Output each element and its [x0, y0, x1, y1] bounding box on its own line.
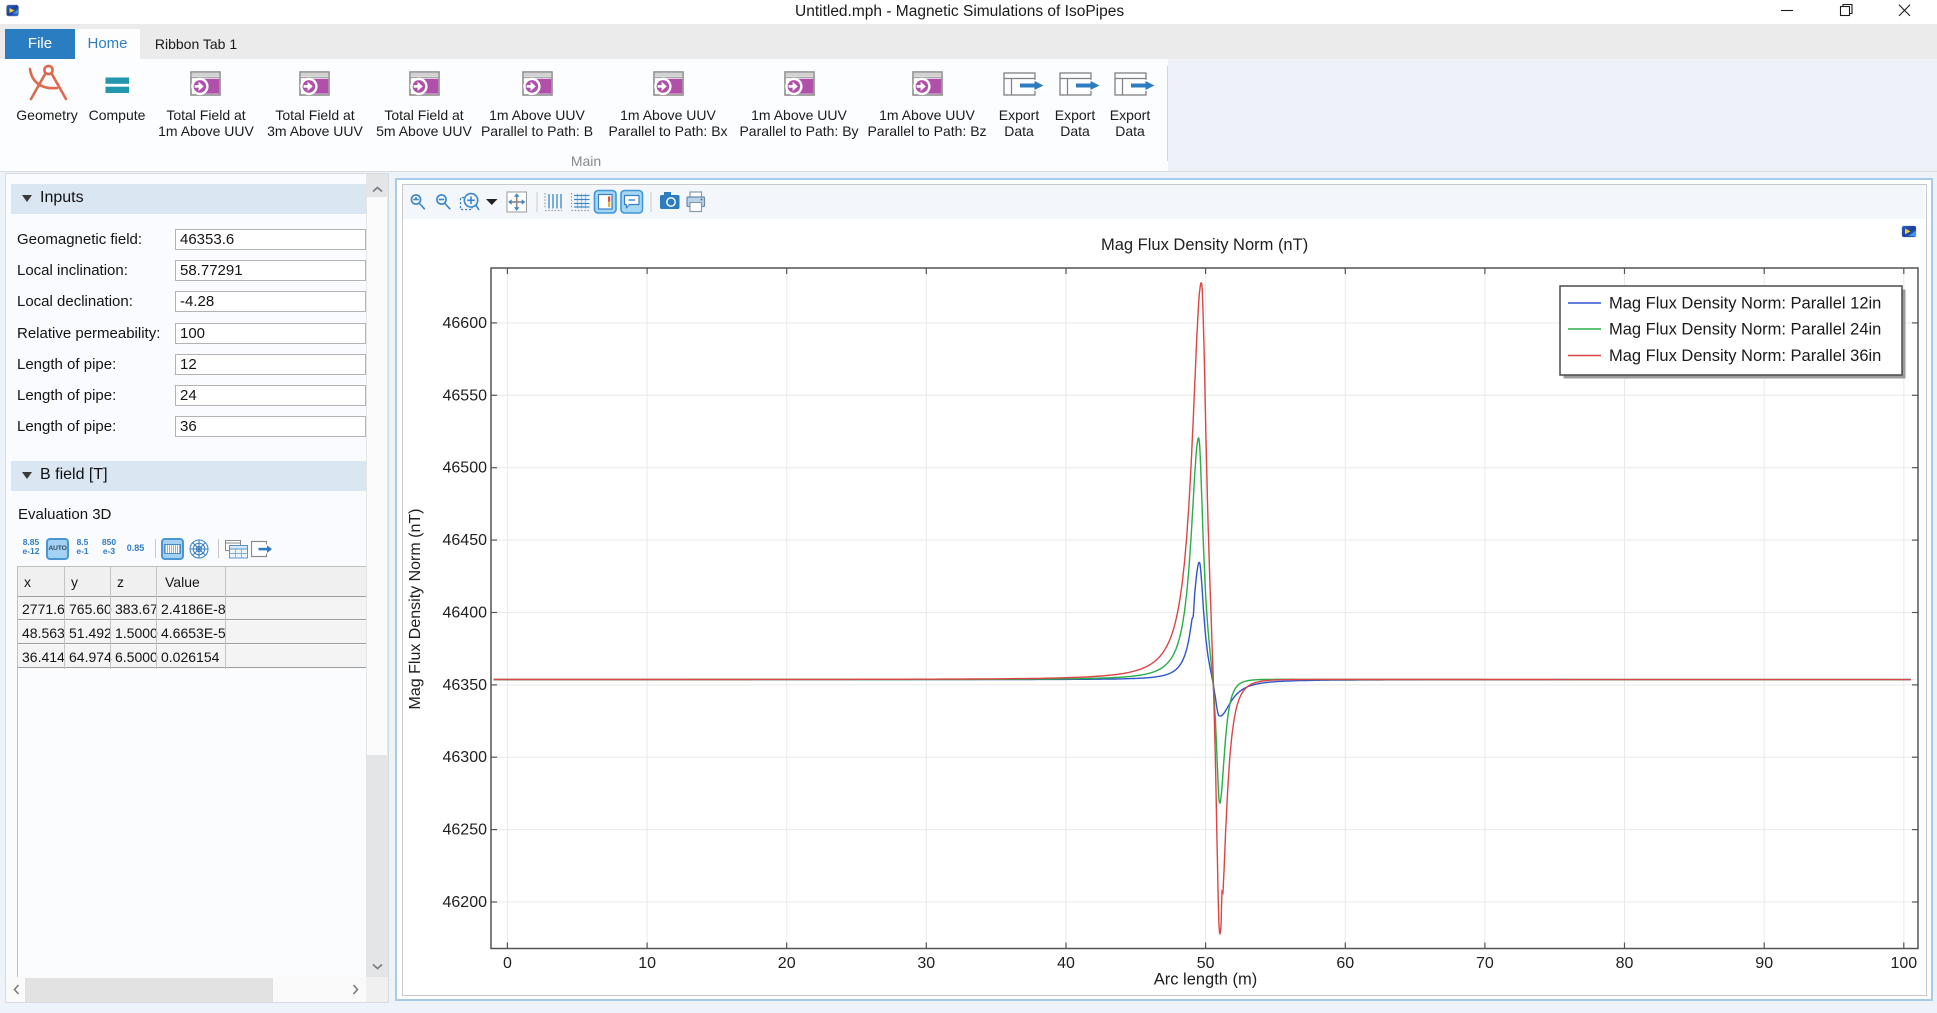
svg-text:Mag Flux Density Norm (nT): Mag Flux Density Norm (nT)	[407, 509, 424, 710]
svg-text:30: 30	[917, 955, 935, 972]
svg-text:100: 100	[1890, 955, 1917, 972]
svg-text:Mag Flux Density Norm (nT): Mag Flux Density Norm (nT)	[1101, 236, 1308, 254]
svg-text:50: 50	[1197, 955, 1215, 972]
svg-text:20: 20	[778, 955, 796, 972]
svg-text:46200: 46200	[443, 894, 488, 911]
svg-text:Mag Flux Density Norm: Paralle: Mag Flux Density Norm: Parallel 36in	[1609, 347, 1881, 365]
svg-text:46250: 46250	[443, 822, 488, 839]
svg-text:0: 0	[503, 955, 512, 972]
svg-text:46550: 46550	[443, 387, 488, 404]
svg-text:Mag Flux Density Norm: Paralle: Mag Flux Density Norm: Parallel 24in	[1609, 321, 1881, 339]
svg-text:Arc length (m): Arc length (m)	[1154, 971, 1258, 989]
svg-text:90: 90	[1755, 955, 1773, 972]
svg-text:46350: 46350	[443, 677, 488, 694]
svg-text:40: 40	[1057, 955, 1075, 972]
svg-text:46300: 46300	[443, 749, 488, 766]
svg-text:46500: 46500	[443, 460, 488, 477]
svg-text:60: 60	[1336, 955, 1354, 972]
svg-text:46450: 46450	[443, 532, 488, 549]
svg-text:46400: 46400	[443, 605, 488, 622]
svg-text:10: 10	[638, 955, 656, 972]
svg-text:70: 70	[1476, 955, 1494, 972]
svg-text:Mag Flux Density Norm: Paralle: Mag Flux Density Norm: Parallel 12in	[1609, 295, 1881, 313]
svg-text:80: 80	[1616, 955, 1634, 972]
svg-text:46600: 46600	[443, 315, 488, 332]
